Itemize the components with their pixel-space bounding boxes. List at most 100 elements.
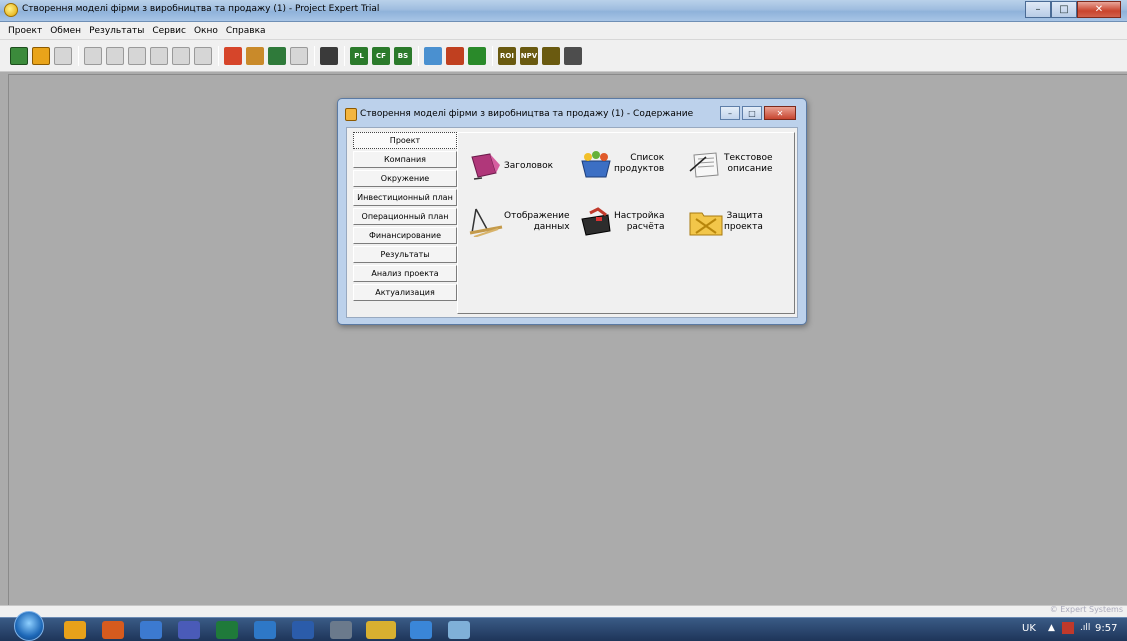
export-generic-icon[interactable] <box>194 46 212 65</box>
nav-environment[interactable]: Окружение <box>353 170 457 187</box>
calculator-icon[interactable] <box>564 46 582 65</box>
toolbar-separator <box>344 45 345 66</box>
toolbar-separator <box>218 45 219 66</box>
menu-help[interactable]: Справка <box>222 26 270 36</box>
project-panel: Заголовок Список продуктов Текстовое опи… <box>457 132 795 314</box>
taskbar-word-icon[interactable] <box>292 621 314 639</box>
data-display-label: Отображение данных <box>504 211 570 232</box>
bs-report-icon[interactable]: BS <box>394 46 412 65</box>
child-maximize-button[interactable]: □ <box>742 106 762 120</box>
calendar-icon[interactable] <box>290 46 308 65</box>
new-project-icon[interactable] <box>10 46 28 65</box>
toolbar-separator <box>418 45 419 66</box>
tray-clock[interactable]: 9:57 <box>1095 623 1117 634</box>
toolbox-icon <box>581 207 611 236</box>
document-icon <box>345 108 357 121</box>
menu-window[interactable]: Окно <box>190 26 222 36</box>
products-basket-icon <box>581 151 611 178</box>
text-description-label: Текстовое описание <box>724 153 773 174</box>
taskbar-outlook-icon[interactable] <box>254 621 276 639</box>
nav-results[interactable]: Результаты <box>353 246 457 263</box>
nav-investment-plan[interactable]: Инвестиционный план <box>353 189 457 206</box>
menu-exchange[interactable]: Обмен <box>46 26 85 36</box>
windows-taskbar: UK ▲ .ıll 9:57 <box>0 611 1127 641</box>
save-icon[interactable] <box>54 46 72 65</box>
title-page-tile[interactable]: Заголовок <box>468 151 553 181</box>
data-display-tile[interactable]: Отображение данных <box>468 207 570 237</box>
taskbar-notes-icon[interactable] <box>140 621 162 639</box>
export-doc-icon[interactable] <box>128 46 146 65</box>
calc-settings-tile[interactable]: Настройка расчёта <box>578 207 665 237</box>
menu-project[interactable]: Проект <box>4 26 46 36</box>
taskbar-chrome-icon[interactable] <box>64 621 86 639</box>
child-minimize-button[interactable]: – <box>720 106 740 120</box>
contents-window-title: Створення моделі фірми з виробництва та … <box>360 109 694 119</box>
copyright-watermark: © Expert Systems <box>1049 605 1123 614</box>
tray-flag-icon[interactable] <box>1062 622 1074 634</box>
text-description-tile[interactable]: Текстовое описание <box>688 149 773 179</box>
npv-icon[interactable]: NPV <box>520 46 538 65</box>
start-button[interactable] <box>14 611 44 641</box>
toolbar-separator <box>78 45 79 66</box>
locked-folder-icon <box>689 212 723 236</box>
title-page-icon <box>471 153 500 180</box>
cf-report-icon[interactable]: CF <box>372 46 390 65</box>
products-tile[interactable]: Список продуктов <box>578 149 664 179</box>
settings-icon[interactable] <box>468 46 486 65</box>
title-page-label: Заголовок <box>504 160 554 171</box>
taskbar-excel-icon[interactable] <box>216 621 238 639</box>
taskbar-teams-icon[interactable] <box>178 621 200 639</box>
section-nav: Проект Компания Окружение Инвестиционный… <box>353 132 457 303</box>
taskbar-project-expert-icon[interactable] <box>366 621 396 639</box>
investment-icon[interactable] <box>268 46 286 65</box>
menu-bar: Проект Обмен Результаты Сервис Окно Спра… <box>0 22 1127 40</box>
calculate-icon[interactable] <box>320 46 338 65</box>
child-close-button[interactable]: ✕ <box>764 106 796 120</box>
taskbar-app-icon[interactable] <box>330 621 352 639</box>
taskbar-arrow-icon[interactable] <box>410 621 432 639</box>
contents-body: Проект Компания Окружение Инвестиционный… <box>346 127 798 318</box>
nav-project-analysis[interactable]: Анализ проекта <box>353 265 457 282</box>
tray-up-arrow-icon[interactable]: ▲ <box>1048 623 1055 633</box>
minimize-button[interactable]: – <box>1025 1 1051 18</box>
window-title: Створення моделі фірми з виробництва та … <box>22 4 380 14</box>
analysis-icon[interactable] <box>446 46 464 65</box>
status-bar <box>0 605 1127 617</box>
calc-settings-label: Настройка расчёта <box>614 211 665 232</box>
menu-results[interactable]: Результаты <box>85 26 148 36</box>
main-title-bar[interactable]: Створення моделі фірми з виробництва та … <box>0 0 1127 22</box>
print-icon[interactable] <box>106 46 124 65</box>
drafting-compass-icon <box>469 208 503 237</box>
toolbar: PL CF BS ROI NPV <box>0 40 1127 72</box>
company-icon[interactable] <box>224 46 242 65</box>
toolbar-separator <box>492 45 493 66</box>
search-icon[interactable] <box>424 46 442 65</box>
menu-service[interactable]: Сервис <box>148 26 190 36</box>
taskbar-media-icon[interactable] <box>102 621 124 639</box>
products-label: Список продуктов <box>614 153 665 174</box>
contents-window: Створення моделі фірми з виробництва та … <box>337 98 807 325</box>
print-preview-icon[interactable] <box>84 46 102 65</box>
nav-actualization[interactable]: Актуализация <box>353 284 457 301</box>
tray-signal-icon[interactable]: .ıll <box>1080 623 1090 633</box>
open-folder-icon[interactable] <box>32 46 50 65</box>
nav-project[interactable]: Проект <box>353 132 457 149</box>
indicators-icon[interactable] <box>542 46 560 65</box>
protection-label: Защита проекта <box>724 211 763 232</box>
text-document-icon <box>689 152 719 178</box>
close-button[interactable]: ✕ <box>1077 1 1121 18</box>
tray-language[interactable]: UK <box>1022 623 1036 634</box>
taskbar-image-icon[interactable] <box>448 621 470 639</box>
export-html-icon[interactable] <box>150 46 168 65</box>
nav-company[interactable]: Компания <box>353 151 457 168</box>
pl-report-icon[interactable]: PL <box>350 46 368 65</box>
protection-tile[interactable]: Защита проекта <box>688 207 763 237</box>
toolbar-separator <box>314 45 315 66</box>
export-xls-icon[interactable] <box>172 46 190 65</box>
nav-financing[interactable]: Финансирование <box>353 227 457 244</box>
app-lightbulb-icon <box>4 3 18 17</box>
environment-icon[interactable] <box>246 46 264 65</box>
maximize-button[interactable]: □ <box>1051 1 1077 18</box>
nav-operational-plan[interactable]: Операционный план <box>353 208 457 225</box>
roi-icon[interactable]: ROI <box>498 46 516 65</box>
